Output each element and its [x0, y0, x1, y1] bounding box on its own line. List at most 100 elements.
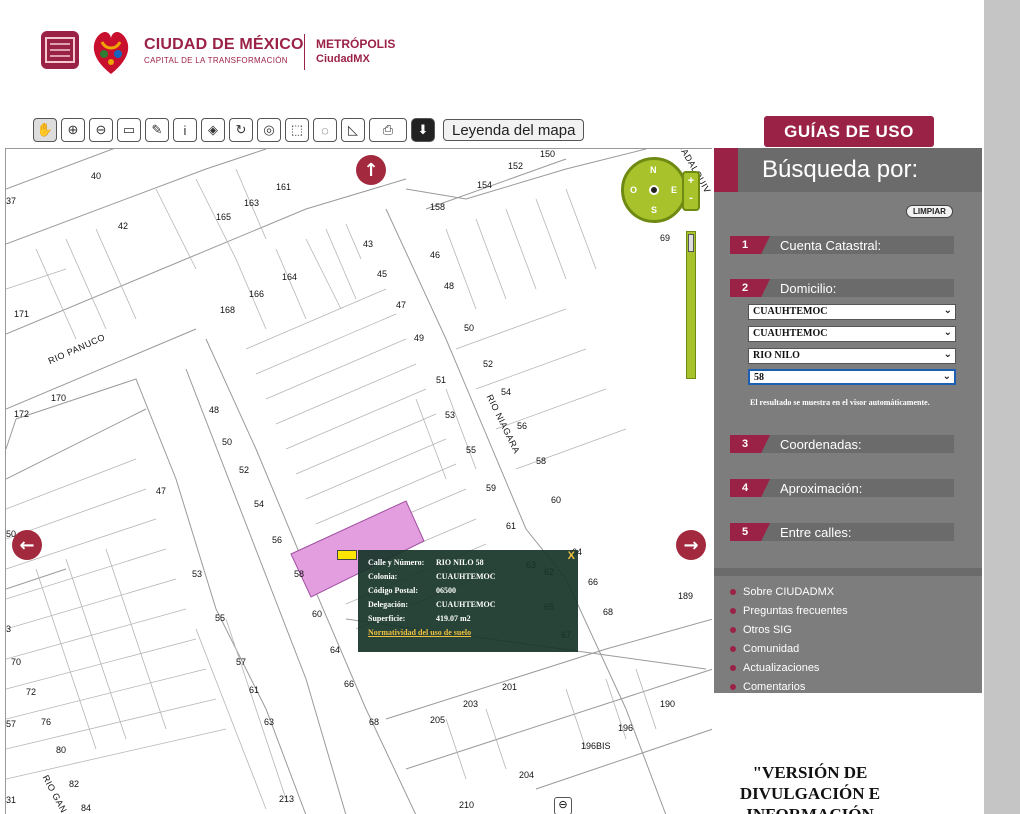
compass-east[interactable]: E	[671, 185, 677, 195]
chevron-down-icon: ⌄	[943, 327, 952, 338]
lot-number-label: 166	[249, 289, 265, 299]
pan-right-arrow-icon[interactable]: →	[676, 530, 706, 560]
clear-button[interactable]: LIMPIAR	[906, 205, 953, 218]
colonia-select[interactable]: CUAUHTEMOC ⌄	[748, 326, 956, 342]
search-section-domicilio[interactable]: 2 Domicilio:	[730, 279, 954, 297]
lot-number-label: 76	[41, 717, 52, 727]
chevron-down-icon: ⌄	[943, 349, 952, 360]
lot-number-label: 50	[464, 323, 475, 333]
scrollbar-track[interactable]	[984, 0, 1020, 814]
overview-zoom-out-icon[interactable]: ⊖	[554, 797, 572, 814]
info-icon[interactable]: i	[173, 118, 197, 142]
info-link[interactable]: Otros SIG	[730, 620, 848, 639]
popup-field-value: CUAUHTEMOC	[436, 600, 496, 609]
compass-west[interactable]: O	[630, 185, 637, 195]
lot-number-label: 205	[430, 715, 446, 725]
lot-number-label: 42	[118, 221, 129, 231]
map-viewer[interactable]: 40 37 42 161 165 163 152 154 158 150 69 43 45 46 48 164…	[5, 148, 712, 814]
select-rectangle-icon[interactable]: ⬚	[285, 118, 309, 142]
compass-north[interactable]: N	[650, 165, 657, 175]
bullet-icon	[730, 626, 736, 633]
lot-number-label: 82	[69, 779, 80, 789]
search-section-entre-calles[interactable]: 5 Entre calles:	[730, 523, 954, 541]
popup-row: Calle y Número: RIO NILO 58	[368, 558, 568, 567]
lot-number-label: 172	[14, 409, 30, 419]
popup-field-value: 06500	[436, 586, 456, 595]
bullet-icon	[730, 588, 736, 595]
popup-close-button[interactable]: X	[568, 550, 575, 562]
pan-up-arrow-icon[interactable]: ↑	[356, 155, 386, 185]
lot-number-label: 171	[14, 309, 30, 319]
info-link[interactable]: Actualizaciones	[730, 658, 848, 677]
brand-text: CIUDAD DE MÉXICO CAPITAL DE LA TRANSFORM…	[144, 36, 304, 65]
lot-number-label: 168	[220, 305, 236, 315]
lot-number-label: 47	[396, 300, 407, 310]
info-link[interactable]: Sobre CIUDADMX	[730, 582, 848, 601]
lot-number-label: 170	[51, 393, 67, 403]
info-link-label: Sobre CIUDADMX	[743, 585, 835, 598]
popup-field-key: Código Postal:	[368, 586, 418, 595]
select-value: CUAUHTEMOC	[753, 328, 828, 339]
map-legend-button[interactable]: Leyenda del mapa	[443, 119, 585, 141]
compass-control[interactable]: N S E O	[621, 157, 687, 223]
zoom-in-button[interactable]: +	[684, 173, 698, 190]
zoom-out-button[interactable]: -	[684, 190, 698, 207]
search-section-cuenta[interactable]: 1 Cuenta Catastral:	[730, 236, 954, 254]
lot-number-label: 70	[11, 657, 22, 667]
pan-hand-icon[interactable]: ✋	[33, 118, 57, 142]
popup-field-key: Superficie:	[368, 614, 406, 623]
compass-south[interactable]: S	[651, 205, 657, 215]
section-label: Domicilio:	[780, 281, 837, 296]
lot-number-label: 63	[264, 717, 275, 727]
eraser-icon[interactable]: ◈	[201, 118, 225, 142]
pin-icon[interactable]: ✎	[145, 118, 169, 142]
guides-button[interactable]: GUÍAS DE USO	[764, 116, 934, 147]
land-use-link[interactable]: Normatividad del uso de suelo	[368, 628, 568, 637]
locate-icon[interactable]: ◎	[257, 118, 281, 142]
zoom-slider[interactable]	[686, 231, 696, 379]
parcel-map[interactable]	[6, 149, 712, 814]
refresh-icon[interactable]: ↻	[229, 118, 253, 142]
lot-number-label: 58	[536, 456, 547, 466]
info-link-label: Preguntas frecuentes	[743, 604, 848, 617]
lot-number-label: 3	[6, 624, 12, 634]
lot-number-label: 47	[156, 486, 167, 496]
zoom-out-icon[interactable]: ⊖	[89, 118, 113, 142]
lot-number-label: 52	[239, 465, 250, 475]
section-number: 2	[730, 279, 770, 297]
lot-number-label: 213	[279, 794, 295, 804]
numero-select[interactable]: 58 ⌄	[748, 369, 956, 385]
search-panel-title: Búsqueda por:	[762, 156, 919, 183]
select-value: CUAUHTEMOC	[753, 306, 828, 317]
lot-number-label: 57	[6, 719, 17, 729]
select-polygon-icon[interactable]: ◺	[341, 118, 365, 142]
metro-text: METRÓPOLIS CiudadMX	[316, 37, 395, 65]
lot-number-label: 37	[6, 196, 17, 206]
lot-number-label: 165	[216, 212, 232, 222]
print-icon[interactable]: ⎙	[369, 118, 407, 142]
pan-left-arrow-icon[interactable]: ←	[12, 530, 42, 560]
compass-center-icon[interactable]	[649, 185, 659, 195]
brand-divider	[304, 34, 305, 70]
calle-select[interactable]: RIO NILO ⌄	[748, 348, 956, 364]
zoom-plus-minus[interactable]: + -	[682, 171, 700, 211]
info-link[interactable]: Comunidad	[730, 639, 848, 658]
lot-number-label: 51	[436, 375, 447, 385]
lot-number-label: 64	[330, 645, 341, 655]
search-section-aproximacion[interactable]: 4 Aproximación:	[730, 479, 954, 497]
lot-number-label: 68	[603, 607, 614, 617]
select-lasso-icon[interactable]: ◌	[313, 118, 337, 142]
info-link[interactable]: Preguntas frecuentes	[730, 601, 848, 620]
app-root: CIUDAD DE MÉXICO CAPITAL DE LA TRANSFORM…	[0, 0, 1020, 814]
lot-number-label: 50	[222, 437, 233, 447]
search-section-coordenadas[interactable]: 3 Coordenadas:	[730, 435, 954, 453]
zoom-slider-thumb[interactable]	[688, 234, 694, 252]
lot-number-label: 69	[660, 233, 671, 243]
zoom-in-icon[interactable]: ⊕	[61, 118, 85, 142]
lot-number-label: 152	[508, 161, 524, 171]
delegacion-select[interactable]: CUAUHTEMOC ⌄	[748, 304, 956, 320]
section-label: Cuenta Catastral:	[780, 238, 882, 253]
measure-ruler-icon[interactable]: ▭	[117, 118, 141, 142]
download-icon[interactable]: ⬇	[411, 118, 435, 142]
popup-field-value: CUAUHTEMOC	[436, 572, 496, 581]
